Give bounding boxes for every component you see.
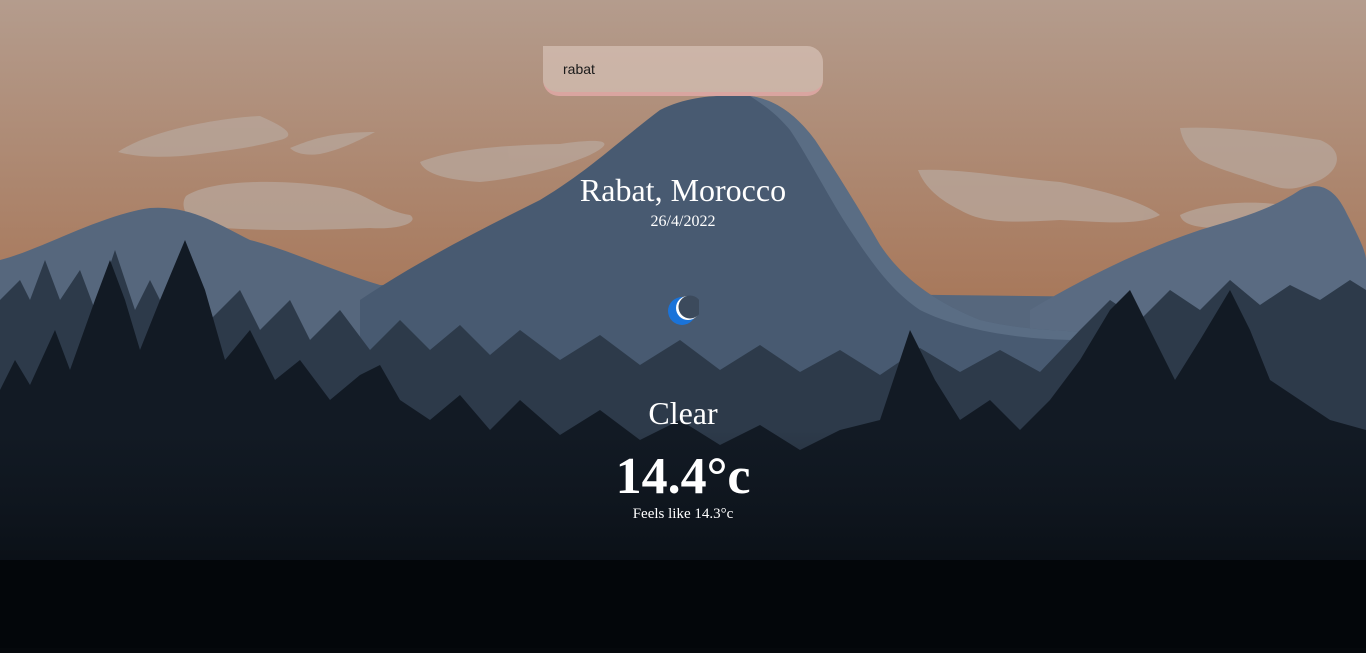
search-bar [543, 46, 823, 96]
crescent-moon-icon [665, 294, 702, 328]
location-title: Rabat, Morocco [579, 172, 787, 208]
weather-condition: Clear [648, 395, 718, 431]
date-text: 26/4/2022 [650, 213, 716, 230]
ground [0, 560, 1366, 648]
feels-like-text: Feels like 14.3°c [632, 506, 734, 522]
search-input[interactable] [543, 46, 823, 92]
temperature-value: 14.4°c [615, 448, 751, 505]
